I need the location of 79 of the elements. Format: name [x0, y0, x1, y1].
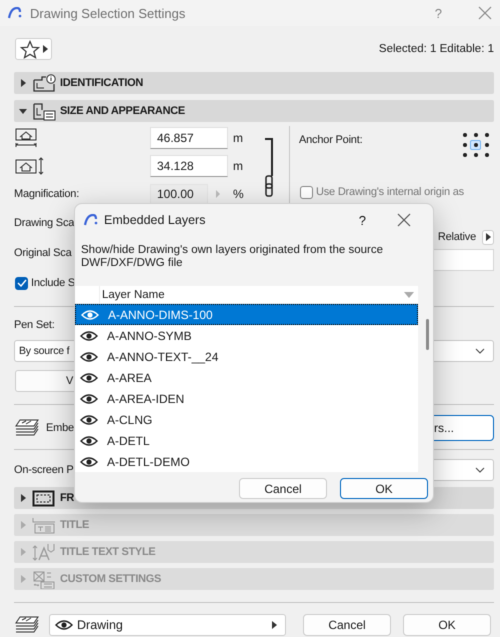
- triangle-icon: [42, 45, 48, 53]
- layer-row[interactable]: A-CLNG: [75, 409, 418, 430]
- expand-arrow-icon: [19, 575, 27, 583]
- anchor-point-label: Anchor Point:: [299, 134, 362, 146]
- chevron-icon: [475, 467, 485, 473]
- layer-row[interactable]: A-DETL-DEMO: [75, 451, 418, 472]
- drawing-scale-label: Drawing Sca: [14, 217, 74, 229]
- layer-row[interactable]: A-AREA: [75, 367, 418, 388]
- layer-dropdown[interactable]: Drawing: [49, 614, 286, 636]
- expand-arrow-icon: [19, 521, 27, 529]
- embedded-label: Embe: [46, 422, 75, 434]
- scale-field[interactable]: [432, 249, 494, 271]
- sheet-list-icon: [32, 102, 56, 120]
- number-field[interactable]: 100.00: [150, 184, 208, 204]
- cancel-button[interactable]: Cancel: [239, 478, 327, 499]
- unit-label: m: [232, 131, 244, 145]
- section-header[interactable]: SIZE AND APPEARANCE: [14, 100, 494, 122]
- unit-label: m: [232, 159, 244, 173]
- chevron-icon: [475, 348, 485, 354]
- dialog-title: Embedded Layers: [104, 213, 206, 227]
- chain-link-icon[interactable]: [262, 136, 276, 200]
- layer-row[interactable]: A-ANNO-SYMB: [75, 325, 418, 346]
- column-header[interactable]: Layer Name: [99, 286, 418, 303]
- star-icon: [20, 40, 40, 58]
- on-screen-label: On-screen P: [14, 464, 74, 476]
- triangle-icon: [272, 621, 277, 629]
- magnification-label: Magnification:: [14, 188, 80, 200]
- close-icon[interactable]: [397, 213, 411, 227]
- eye-icon[interactable]: [80, 414, 98, 426]
- original-scale-label: Original Sca: [14, 247, 72, 259]
- anchor-point[interactable]: [470, 140, 481, 150]
- eye-icon[interactable]: [80, 350, 98, 362]
- unit-label: %: [232, 187, 245, 201]
- internal-origin-label: Use Drawing's internal origin as: [316, 186, 464, 198]
- expand-arrow-icon: [19, 79, 27, 87]
- cancel-button[interactable]: Cancel: [303, 614, 391, 636]
- custom-settings-icon: [32, 570, 56, 588]
- frame-icon: [32, 488, 56, 508]
- checkbox[interactable]: [300, 186, 313, 198]
- triangle-icon: [486, 233, 490, 241]
- layer-row[interactable]: A-AREA-IDEN: [75, 388, 418, 409]
- title-icon: [32, 516, 56, 534]
- scrollbar-thumb[interactable]: [426, 319, 429, 350]
- eye-icon: [55, 619, 73, 631]
- expand-arrow-icon: [19, 494, 27, 502]
- layers-icon: [14, 615, 40, 635]
- pen-set-label: Pen Set:: [14, 319, 55, 333]
- layer-row[interactable]: A-DETL: [75, 430, 418, 451]
- close-icon[interactable]: [478, 6, 492, 20]
- window-title: Drawing Selection Settings: [30, 6, 186, 20]
- checkbox[interactable]: [15, 276, 28, 290]
- layers-icon: [14, 418, 40, 438]
- eye-icon[interactable]: [80, 456, 98, 468]
- expand-arrow-icon: [19, 548, 27, 556]
- number-field[interactable]: 34.128: [150, 155, 228, 177]
- relative-label: Relative: [438, 231, 476, 243]
- arrow-button[interactable]: [482, 230, 494, 244]
- favorites-button[interactable]: [15, 38, 52, 60]
- section-header[interactable]: IDENTIFICATION: [14, 72, 494, 94]
- description-text: Show/hide Drawing's own layers originated from the source DWF/DXF/DWG file: [81, 244, 384, 271]
- height-icon: [15, 157, 45, 175]
- layer-row[interactable]: A-ANNO-TEXT-__24: [75, 346, 418, 367]
- collapse-arrow-icon: [19, 107, 27, 115]
- number-field[interactable]: 46.857: [150, 127, 228, 149]
- eye-icon[interactable]: [80, 372, 98, 384]
- sort-arrow-icon: [404, 292, 414, 298]
- eye-icon[interactable]: [80, 330, 98, 342]
- ok-button[interactable]: OK: [340, 478, 428, 499]
- width-icon: [15, 128, 37, 148]
- text-style-icon: [32, 542, 56, 562]
- eye-icon[interactable]: [80, 434, 98, 446]
- eye-icon[interactable]: [80, 392, 98, 404]
- app-logo-icon: [84, 214, 98, 226]
- help-button[interactable]: ?: [358, 212, 366, 228]
- app-logo-icon: [8, 6, 22, 20]
- info-sheet-icon: [32, 74, 56, 92]
- ok-button[interactable]: OK: [403, 614, 491, 636]
- layer-row[interactable]: A-ANNO-DIMS-100: [75, 304, 418, 325]
- selection-info: Selected: 1 Editable: 1: [378, 43, 494, 55]
